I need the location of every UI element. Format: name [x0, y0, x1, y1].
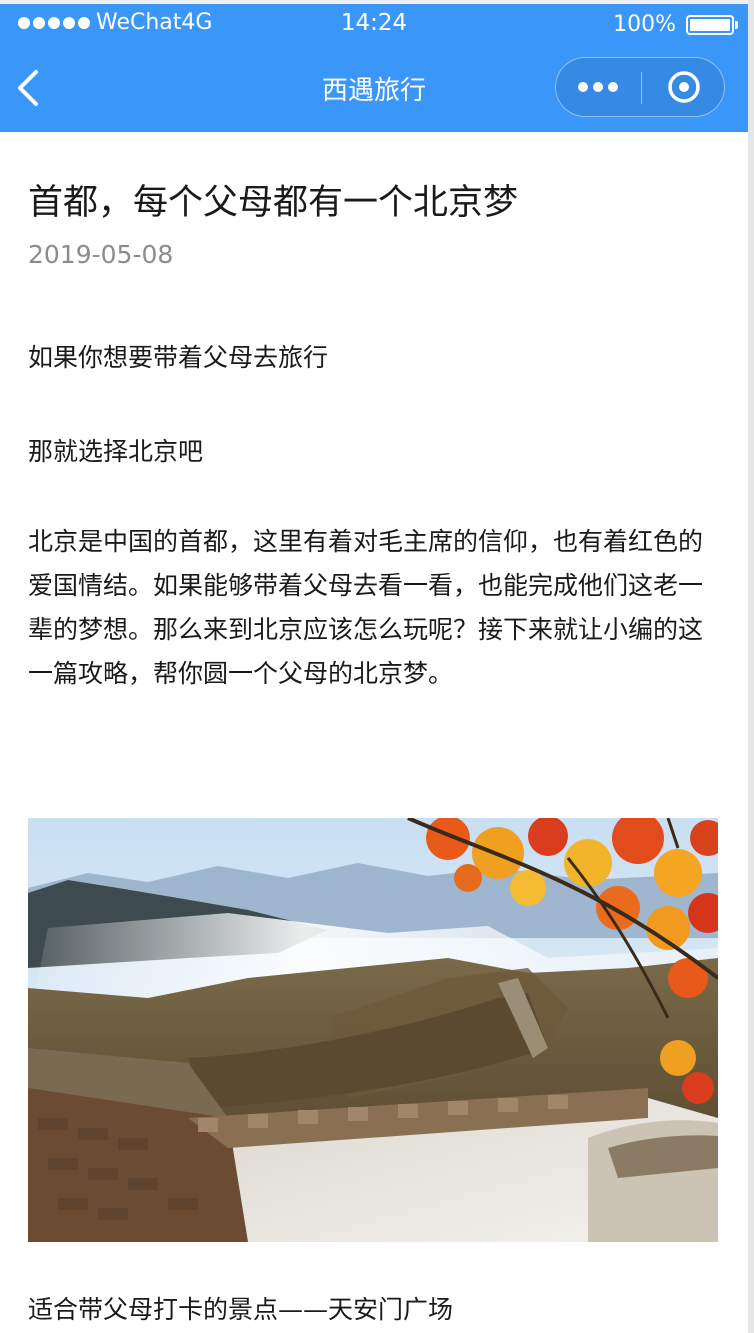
- more-dots-icon: [593, 82, 603, 92]
- section-heading: 适合带父母打卡的景点——天安门广场: [28, 1295, 454, 1324]
- more-dots-icon: [578, 82, 588, 92]
- paragraph: 那就选择北京吧: [28, 437, 204, 466]
- article-date: 2019-05-08: [28, 240, 174, 269]
- battery-status: 100%: [613, 12, 738, 37]
- navigation-bar: 西遇旅行: [0, 52, 748, 128]
- article-title: 首都，每个父母都有一个北京梦: [28, 183, 519, 223]
- close-mini-program-button[interactable]: [642, 58, 724, 116]
- mini-program-capsule: [555, 57, 725, 117]
- great-wall-photo: [28, 818, 718, 1242]
- battery-icon: [686, 14, 738, 35]
- target-circle-icon: [668, 71, 700, 103]
- paragraph: 如果你想要带着父母去旅行: [28, 343, 329, 372]
- battery-percent: 100%: [613, 12, 676, 37]
- paragraph: 北京是中国的首都，这里有着对毛主席的信仰，也有着红色的爱国情结。如果能够带着父母…: [28, 527, 704, 688]
- more-button[interactable]: [556, 58, 640, 116]
- scrollbar-gutter: [748, 0, 754, 1333]
- status-bar: WeChat4G 14:24 100%: [0, 4, 748, 44]
- more-dots-icon: [608, 82, 618, 92]
- app-header: WeChat4G 14:24 100% 西遇旅行: [0, 4, 748, 132]
